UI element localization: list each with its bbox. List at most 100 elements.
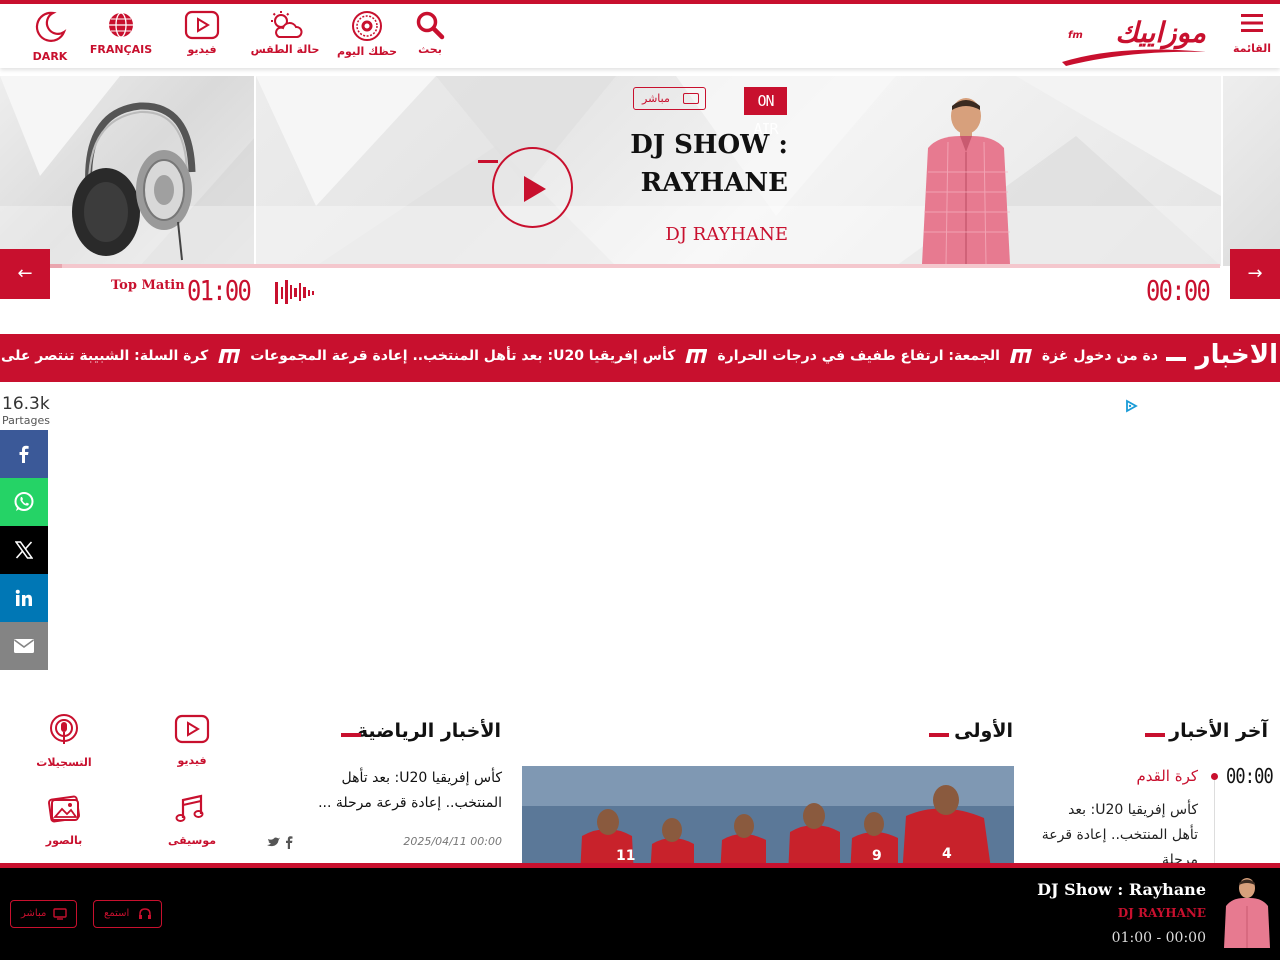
main-news-dash (929, 733, 949, 737)
logo-text: موزاييك (1115, 16, 1206, 49)
tv-icon (53, 908, 67, 920)
sports-news-share (266, 835, 296, 852)
sports-news-title: الأخبار الرياضية (356, 720, 501, 742)
next-show-time: 01:00 (187, 274, 252, 307)
latest-news-category[interactable]: كرة القدم (1000, 767, 1198, 785)
headphones-icon (139, 908, 151, 919)
share-email-button[interactable] (0, 622, 48, 670)
adchoices-icon[interactable] (1124, 399, 1138, 413)
logo-fm: fm (1068, 30, 1083, 41)
quick-link-video-label: فيديو (177, 754, 207, 767)
linkedin-icon (15, 589, 32, 606)
player-live-button[interactable]: مباشر (10, 900, 77, 928)
presenter-photo (922, 98, 1010, 264)
mosaique-m-icon (218, 349, 241, 363)
timeline-line (1214, 780, 1215, 870)
share-count: 16.3k (2, 394, 50, 414)
player-listen-button[interactable]: استمع (93, 900, 162, 928)
menu-label: القائمة (1232, 42, 1272, 55)
email-icon (14, 639, 34, 653)
ticker-item[interactable]: الجمعة: ارتفاع طفيف في درجات الحرارة (717, 348, 1000, 364)
decorative-dash (478, 160, 498, 163)
sports-news-headline[interactable]: كأس إفريقيا U20: بعد تأهل المنتخب.. إعاد… (290, 766, 502, 816)
globe-icon (109, 12, 133, 38)
search-icon (416, 11, 445, 40)
quick-link-photos-label: بالصور (45, 834, 83, 847)
next-show-card[interactable] (1221, 76, 1280, 266)
nav-video-label: فيديو (187, 43, 217, 56)
on-air-badge: ON AIR (744, 87, 787, 138)
share-x-button[interactable] (0, 526, 48, 574)
quick-link-music[interactable]: موسيقى (166, 792, 218, 847)
ticker-dash (1166, 357, 1186, 361)
show-title-line1: DJ SHOW : (630, 130, 788, 160)
share-facebook-button[interactable] (0, 430, 48, 478)
current-show-start-time: 00:00 (1146, 274, 1211, 307)
share-linkedin-button[interactable] (0, 574, 48, 622)
share-icons (267, 836, 293, 849)
next-show-button[interactable]: → (1230, 249, 1280, 299)
share-label: Partages (2, 414, 50, 427)
top-header: DARK FRANÇAIS فيديو حالة الطقس حظك اليوم… (0, 0, 1280, 68)
x-icon (15, 541, 33, 559)
nav-horoscope-label: حظك اليوم (336, 45, 398, 58)
tv-icon (683, 93, 699, 104)
audio-wave-icon (275, 280, 314, 304)
latest-news-dash (1145, 733, 1165, 737)
headphones-image (72, 102, 196, 261)
language-switch[interactable]: FRANÇAIS (88, 10, 154, 56)
video-play-icon (184, 10, 220, 40)
menu-button[interactable]: القائمة (1230, 10, 1274, 55)
nav-search[interactable]: بحث (412, 10, 448, 56)
whatsapp-icon (14, 492, 34, 511)
play-button[interactable] (492, 147, 573, 228)
latest-news-headline[interactable]: كأس إفريقيا U20: بعد تأهل المنتخب.. إعاد… (1040, 798, 1198, 873)
show-title: DJ SHOW : RAYHANE (600, 126, 788, 202)
ticker-item[interactable]: كأس إفريقيا U20: بعد تأهل المنتخب.. إعاد… (250, 348, 675, 364)
twitter-icon[interactable] (267, 837, 280, 847)
main-news-image[interactable]: 11 9 4 (522, 766, 1014, 876)
logo-swoosh (1062, 49, 1206, 66)
nav-horoscope[interactable]: حظك اليوم (335, 10, 399, 58)
ticker-item[interactable]: كرة السلة: الشبيبة تنتصر على ال (0, 348, 208, 364)
sports-news-date: 2025/04/11 00:00 (403, 835, 502, 848)
timeline-dot (1211, 773, 1218, 780)
play-icon (524, 176, 546, 202)
audio-player-bar: مباشر استمع DJ Show : Rayhane DJ RAYHANE… (0, 863, 1280, 960)
watch-live-button[interactable]: مباشر (633, 87, 706, 110)
nav-weather[interactable]: حالة الطقس (250, 10, 320, 56)
football-team-photo: 11 9 4 (522, 766, 1014, 876)
ticker-label: الاخبار (1195, 340, 1278, 370)
ticker-item[interactable]: دة من دخول غزة (1042, 348, 1158, 364)
nav-video[interactable]: فيديو (180, 10, 224, 56)
quick-link-photos[interactable]: بالصور (38, 792, 90, 847)
next-show-name: Top Matin (111, 278, 185, 293)
mosaique-m-icon (1009, 349, 1032, 363)
facebook-icon[interactable] (286, 836, 293, 849)
svg-text:4: 4 (942, 846, 952, 862)
watch-live-label: مباشر (642, 92, 670, 105)
main-news-title: الأولى (954, 720, 1013, 742)
dark-mode-label: DARK (32, 50, 68, 63)
music-notes-icon (175, 794, 204, 822)
player-live-label: مباشر (21, 908, 47, 919)
previous-show-button[interactable]: ← (0, 249, 50, 299)
show-host: DJ RAYHANE (665, 224, 788, 245)
share-whatsapp-button[interactable] (0, 478, 48, 526)
zodiac-icon (352, 11, 382, 41)
hamburger-icon (1241, 14, 1263, 32)
weather-icon (271, 11, 303, 38)
latest-news-title: آخر الأخبار (1169, 720, 1268, 742)
nav-search-label: بحث (418, 43, 442, 56)
player-show-time: 01:00 - 00:00 (1111, 930, 1206, 946)
player-show-title: DJ Show : Rayhane (1037, 880, 1206, 899)
quick-link-recordings[interactable]: التسجيلات (30, 714, 98, 769)
quick-link-video[interactable]: فيديو (170, 714, 214, 767)
svg-text:9: 9 (872, 848, 882, 864)
dark-mode-toggle[interactable]: DARK (30, 10, 70, 63)
video-icon (174, 714, 210, 744)
sports-news-dash (341, 733, 361, 737)
svg-text:11: 11 (616, 848, 635, 864)
player-show-host: DJ RAYHANE (1117, 906, 1206, 920)
site-logo[interactable]: fm موزاييك (1060, 16, 1210, 66)
